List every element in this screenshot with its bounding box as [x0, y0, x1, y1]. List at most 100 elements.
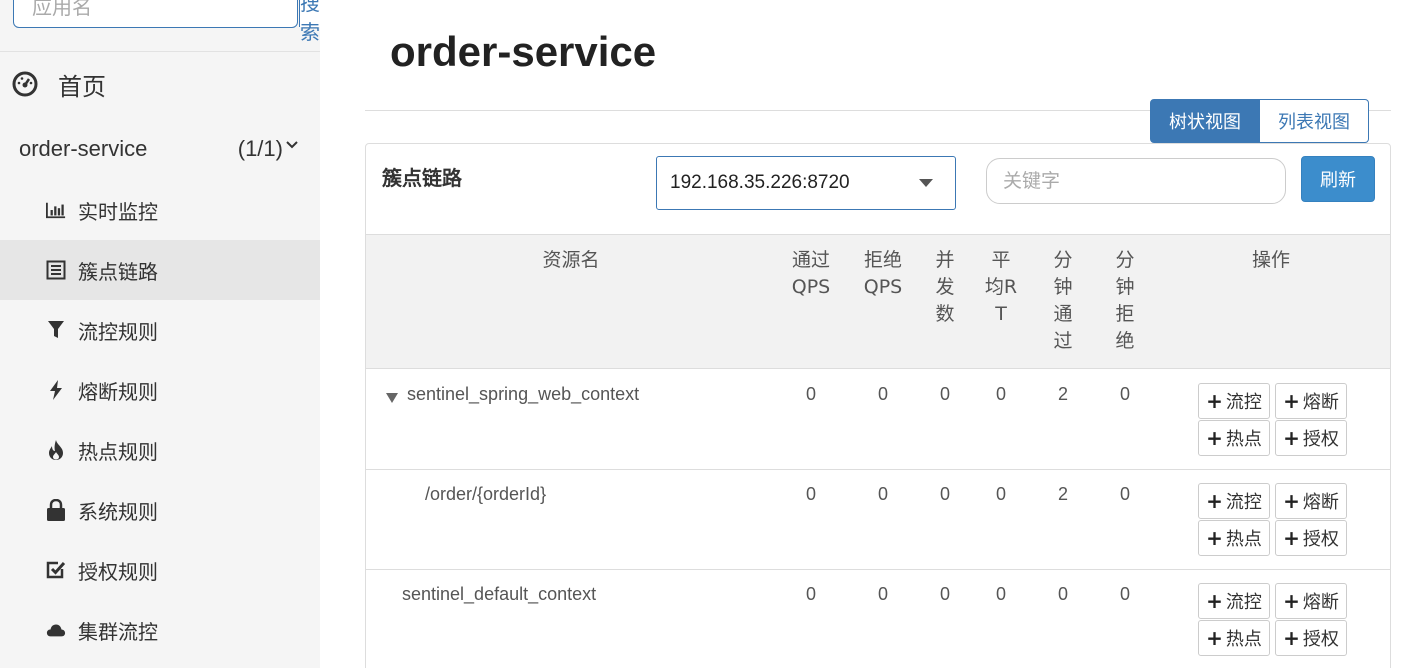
bar-chart-icon — [46, 200, 66, 220]
sidebar-item-label: 流控规则 — [78, 319, 158, 344]
fire-icon — [46, 440, 66, 460]
lock-icon — [46, 499, 66, 521]
resource-name: /order/{orderId} — [425, 484, 547, 504]
header-threads: 并 发 数 — [935, 249, 955, 325]
app-count-text: (1/1) — [237, 136, 283, 161]
plus-icon: + — [1283, 489, 1300, 513]
add-degrade-rule-button[interactable]: + 熔断 — [1275, 483, 1347, 519]
app-count: (1/1) — [238, 136, 299, 162]
op-label: 流控 — [1225, 492, 1262, 513]
pass-qps: 0 — [805, 484, 816, 504]
sidebar-item-label: 热点规则 — [78, 439, 158, 464]
home-label: 首页 — [58, 72, 106, 101]
add-auth-rule-button[interactable]: + 授权 — [1275, 620, 1347, 656]
header-block-qps: 拒绝 QPS — [863, 249, 903, 298]
add-auth-rule-button[interactable]: + 授权 — [1275, 520, 1347, 556]
search-button[interactable]: 搜索 — [299, 0, 320, 44]
add-param-rule-button[interactable]: + 热点 — [1198, 420, 1270, 456]
header-resource: 资源名 — [542, 249, 600, 271]
sidebar-item-flow-rules[interactable]: 流控规则 — [0, 300, 320, 360]
block-qps: 0 — [877, 484, 888, 504]
app-search-input[interactable] — [14, 0, 299, 27]
op-label: 流控 — [1225, 392, 1262, 413]
tree-view-button[interactable]: 树状视图 — [1150, 99, 1260, 143]
add-param-rule-button[interactable]: + 热点 — [1198, 520, 1270, 556]
sidebar-item-cluster-link[interactable]: 簇点链路 — [0, 240, 320, 300]
sidebar-divider — [0, 51, 320, 52]
sidebar-item-auth-rules[interactable]: 授权规则 — [0, 540, 320, 600]
table-row: sentinel_spring_web_context 0 0 0 0 2 0 … — [366, 370, 1390, 470]
minute-pass: 0 — [1057, 584, 1068, 604]
caret-down-icon — [919, 179, 933, 187]
plus-icon: + — [1206, 626, 1223, 650]
keyword-input[interactable] — [986, 158, 1286, 204]
resource-panel: 簇点链路 192.168.35.226:8720 刷新 资源名 通过 QPS 拒… — [365, 143, 1391, 668]
op-label: 授权 — [1302, 529, 1339, 550]
plus-icon: + — [1283, 426, 1300, 450]
minute-pass: 2 — [1057, 384, 1068, 404]
add-flow-rule-button[interactable]: + 流控 — [1198, 383, 1270, 419]
app-search: 搜索 — [13, 0, 320, 44]
header-pass-qps: 通过 QPS — [791, 249, 831, 298]
table-header: 资源名 通过 QPS 拒绝 QPS 并 发 数 平 均R T 分 钟 通 过 分… — [366, 234, 1390, 369]
add-auth-rule-button[interactable]: + 授权 — [1275, 420, 1347, 456]
app-name: order-service — [19, 136, 148, 161]
filter-icon — [46, 320, 66, 340]
header-operations: 操作 — [1251, 249, 1290, 271]
plus-icon: + — [1206, 526, 1223, 550]
op-label: 熔断 — [1302, 392, 1339, 413]
sidebar-item-hotspot-rules[interactable]: 热点规则 — [0, 420, 320, 480]
minute-block: 0 — [1119, 484, 1130, 504]
machine-select-value: 192.168.35.226:8720 — [670, 172, 850, 193]
sidebar-item-realtime[interactable]: 实时监控 — [0, 180, 320, 240]
sidebar-item-degrade-rules[interactable]: 熔断规则 — [0, 360, 320, 420]
sidebar-item-cluster-flow[interactable]: 集群流控 — [0, 600, 320, 660]
plus-icon: + — [1283, 526, 1300, 550]
pass-qps: 0 — [805, 384, 816, 404]
op-label: 熔断 — [1302, 592, 1339, 613]
list-icon — [46, 260, 66, 280]
add-flow-rule-button[interactable]: + 流控 — [1198, 583, 1270, 619]
avg-rt: 0 — [995, 584, 1006, 604]
threads: 0 — [939, 584, 950, 604]
block-qps: 0 — [877, 584, 888, 604]
resource-name: sentinel_spring_web_context — [407, 384, 640, 404]
sidebar-item-home[interactable]: 首页 — [12, 66, 106, 102]
caret-down-icon[interactable] — [386, 393, 398, 403]
sidebar-menu: 实时监控 簇点链路 流控规则 熔断规则 热点规则 系统规则 授权规则 集群流控 — [0, 180, 320, 660]
op-label: 热点 — [1225, 529, 1262, 550]
table-row: /order/{orderId} 0 0 0 0 2 0 + 流控 + 熔断 + 热点… — [366, 470, 1390, 570]
sidebar-item-label: 簇点链路 — [78, 259, 158, 284]
minute-block: 0 — [1119, 384, 1130, 404]
op-label: 授权 — [1302, 629, 1339, 650]
add-degrade-rule-button[interactable]: + 熔断 — [1275, 383, 1347, 419]
check-square-icon — [46, 560, 66, 580]
lightning-icon — [46, 380, 66, 400]
pass-qps: 0 — [805, 584, 816, 604]
op-label: 流控 — [1225, 592, 1262, 613]
avg-rt: 0 — [995, 484, 1006, 504]
chevron-down-icon — [286, 141, 298, 149]
list-view-button[interactable]: 列表视图 — [1260, 99, 1369, 143]
view-toggle: 树状视图 列表视图 — [1150, 99, 1369, 143]
op-label: 熔断 — [1302, 492, 1339, 513]
sidebar-app-header[interactable]: order-service (1/1) — [19, 132, 299, 166]
plus-icon: + — [1206, 589, 1223, 613]
op-label: 热点 — [1225, 629, 1262, 650]
plus-icon: + — [1206, 489, 1223, 513]
sidebar-item-label: 熔断规则 — [78, 379, 158, 404]
add-param-rule-button[interactable]: + 热点 — [1198, 620, 1270, 656]
add-flow-rule-button[interactable]: + 流控 — [1198, 483, 1270, 519]
add-degrade-rule-button[interactable]: + 熔断 — [1275, 583, 1347, 619]
sidebar-item-label: 系统规则 — [78, 499, 158, 524]
refresh-button[interactable]: 刷新 — [1301, 156, 1375, 202]
plus-icon: + — [1206, 426, 1223, 450]
header-minute-pass: 分 钟 通 过 — [1053, 249, 1073, 352]
sidebar-item-system-rules[interactable]: 系统规则 — [0, 480, 320, 540]
machine-select[interactable]: 192.168.35.226:8720 — [656, 156, 956, 210]
sidebar-item-label: 授权规则 — [78, 559, 158, 584]
minute-block: 0 — [1119, 584, 1130, 604]
row-operations: + 流控 + 熔断 + 热点 + 授权 — [1198, 583, 1350, 656]
plus-icon: + — [1283, 626, 1300, 650]
threads: 0 — [939, 484, 950, 504]
